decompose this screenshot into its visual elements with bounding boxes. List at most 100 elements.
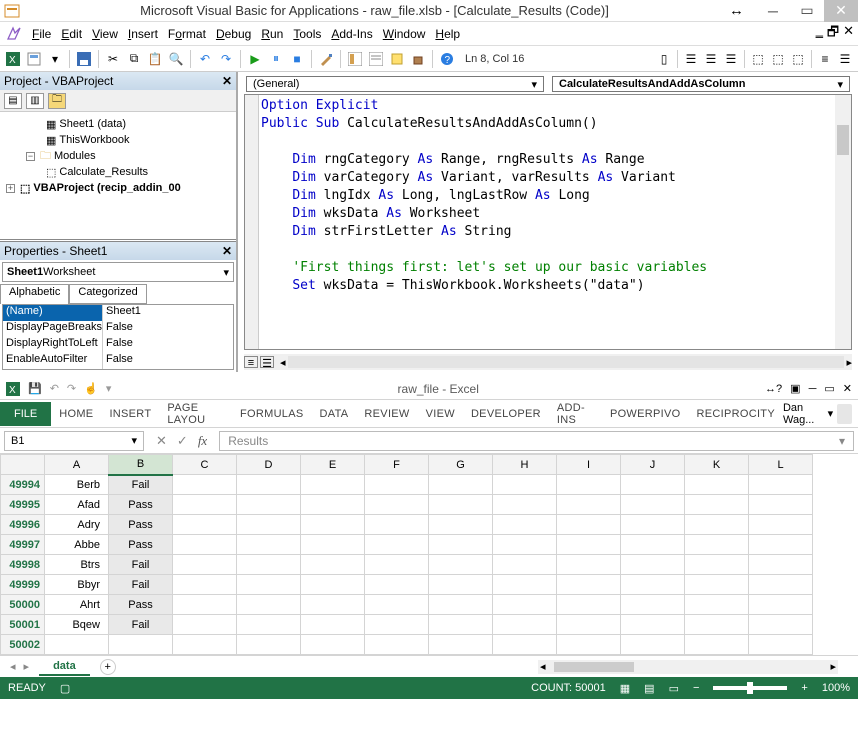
- ribbon-powerpivot[interactable]: POWERPIVO: [602, 408, 689, 420]
- cell[interactable]: [685, 475, 749, 495]
- full-view-icon[interactable]: ☰: [260, 356, 274, 368]
- cell[interactable]: [621, 535, 685, 555]
- cell[interactable]: [429, 595, 493, 615]
- ribbon-reciprocity[interactable]: RECIPROCITY: [688, 408, 782, 420]
- cell[interactable]: Pass: [109, 535, 173, 555]
- cell[interactable]: [365, 615, 429, 635]
- cell[interactable]: [621, 515, 685, 535]
- cell[interactable]: [365, 535, 429, 555]
- cell[interactable]: [557, 595, 621, 615]
- cell[interactable]: [493, 475, 557, 495]
- zoom-slider[interactable]: [713, 686, 787, 690]
- cell[interactable]: Bbyr: [45, 575, 109, 595]
- prop-tab-categorized[interactable]: Categorized: [69, 284, 146, 304]
- cell[interactable]: [237, 535, 301, 555]
- view-pagebreak-icon[interactable]: ▭: [669, 682, 679, 695]
- cell[interactable]: Pass: [109, 515, 173, 535]
- cell[interactable]: [365, 575, 429, 595]
- cell[interactable]: [301, 575, 365, 595]
- prop-row[interactable]: EnableAutoFilterFalse: [3, 353, 233, 369]
- cell[interactable]: [365, 495, 429, 515]
- properties-object-combo[interactable]: Sheet1 Worksheet ▾: [2, 262, 234, 282]
- cell[interactable]: [493, 555, 557, 575]
- menu-debug[interactable]: Debug: [216, 27, 251, 41]
- col-header[interactable]: G: [429, 455, 493, 475]
- ribbon-data[interactable]: DATA: [312, 408, 357, 420]
- cell[interactable]: [493, 615, 557, 635]
- object-browser-icon[interactable]: [388, 50, 406, 68]
- insert-module-icon[interactable]: [25, 50, 43, 68]
- cell[interactable]: [749, 475, 813, 495]
- redo-icon[interactable]: ↷: [217, 50, 235, 68]
- menu-help[interactable]: Help: [435, 27, 460, 41]
- sheet-tab-data[interactable]: data: [39, 658, 90, 676]
- touch-mode-icon[interactable]: ↔?: [765, 383, 782, 395]
- tree-modules-folder[interactable]: −🗀Modules: [26, 148, 234, 164]
- cell[interactable]: [429, 555, 493, 575]
- cell[interactable]: [173, 495, 237, 515]
- ribbon-pagelayout[interactable]: PAGE LAYOU: [159, 402, 232, 426]
- sheet-hscroll[interactable]: ◂▸: [538, 660, 838, 674]
- cell[interactable]: Fail: [109, 615, 173, 635]
- cell[interactable]: Berb: [45, 475, 109, 495]
- properties-close-icon[interactable]: ✕: [222, 244, 232, 258]
- cell[interactable]: [429, 575, 493, 595]
- cell[interactable]: [173, 515, 237, 535]
- extra-tb-8[interactable]: ≡: [816, 50, 834, 68]
- cell[interactable]: [365, 475, 429, 495]
- tab-nav-first-icon[interactable]: ◂: [10, 660, 16, 673]
- cell[interactable]: [621, 575, 685, 595]
- cell[interactable]: [493, 535, 557, 555]
- cell[interactable]: [685, 555, 749, 575]
- cell[interactable]: [301, 615, 365, 635]
- code-proc-combo[interactable]: CalculateResultsAndAddAsColumn▾: [552, 76, 850, 92]
- cell[interactable]: [301, 495, 365, 515]
- prop-row[interactable]: DisplayPageBreaksFalse: [3, 321, 233, 337]
- proc-view-icon[interactable]: ≡: [244, 356, 258, 368]
- tree-thisworkbook[interactable]: ▦ThisWorkbook: [46, 132, 234, 148]
- cell[interactable]: [301, 515, 365, 535]
- extra-tb-5[interactable]: ⬚: [749, 50, 767, 68]
- tree-module-calculate[interactable]: ⬚Calculate_Results: [46, 164, 234, 180]
- col-header[interactable]: F: [365, 455, 429, 475]
- cell[interactable]: [749, 535, 813, 555]
- cell[interactable]: Afad: [45, 495, 109, 515]
- prop-row[interactable]: (Name)Sheet1: [3, 305, 233, 321]
- cell[interactable]: [749, 555, 813, 575]
- row-header[interactable]: 50002: [1, 635, 45, 655]
- cell[interactable]: [493, 515, 557, 535]
- cell[interactable]: Adry: [45, 515, 109, 535]
- col-header[interactable]: J: [621, 455, 685, 475]
- view-pagelayout-icon[interactable]: ▤: [644, 682, 654, 695]
- cell[interactable]: [301, 555, 365, 575]
- minimize-btn[interactable]: ─: [756, 0, 790, 22]
- cell[interactable]: [749, 575, 813, 595]
- cell[interactable]: [301, 595, 365, 615]
- row-header[interactable]: 50000: [1, 595, 45, 615]
- properties-icon[interactable]: [367, 50, 385, 68]
- cell[interactable]: [749, 595, 813, 615]
- formula-input[interactable]: Results ▾: [219, 431, 854, 451]
- ex-minimize-icon[interactable]: ─: [809, 383, 817, 395]
- reset-icon[interactable]: ■: [288, 50, 306, 68]
- ribbon-insert[interactable]: INSERT: [101, 408, 159, 420]
- undo-icon[interactable]: ↶: [196, 50, 214, 68]
- ex-close-icon[interactable]: ✕: [843, 382, 852, 395]
- tree-sheet1[interactable]: ▦Sheet1 (data): [46, 116, 234, 132]
- cell[interactable]: Ahrt: [45, 595, 109, 615]
- cell[interactable]: [237, 615, 301, 635]
- cell[interactable]: [237, 555, 301, 575]
- extra-tb-4[interactable]: ☰: [722, 50, 740, 68]
- menu-run[interactable]: Run: [261, 27, 283, 41]
- run-icon[interactable]: ▶: [246, 50, 264, 68]
- row-header[interactable]: 50001: [1, 615, 45, 635]
- expand-formula-icon[interactable]: ▾: [839, 434, 845, 448]
- cell[interactable]: [237, 495, 301, 515]
- zoom-out-icon[interactable]: −: [693, 682, 699, 694]
- col-header[interactable]: H: [493, 455, 557, 475]
- qat-redo-icon[interactable]: ↷: [67, 382, 76, 395]
- ribbon-addins[interactable]: ADD-INS: [549, 402, 602, 426]
- macro-record-icon[interactable]: ▢: [60, 682, 70, 695]
- cell[interactable]: [621, 555, 685, 575]
- extra-tb-1[interactable]: ▯: [655, 50, 673, 68]
